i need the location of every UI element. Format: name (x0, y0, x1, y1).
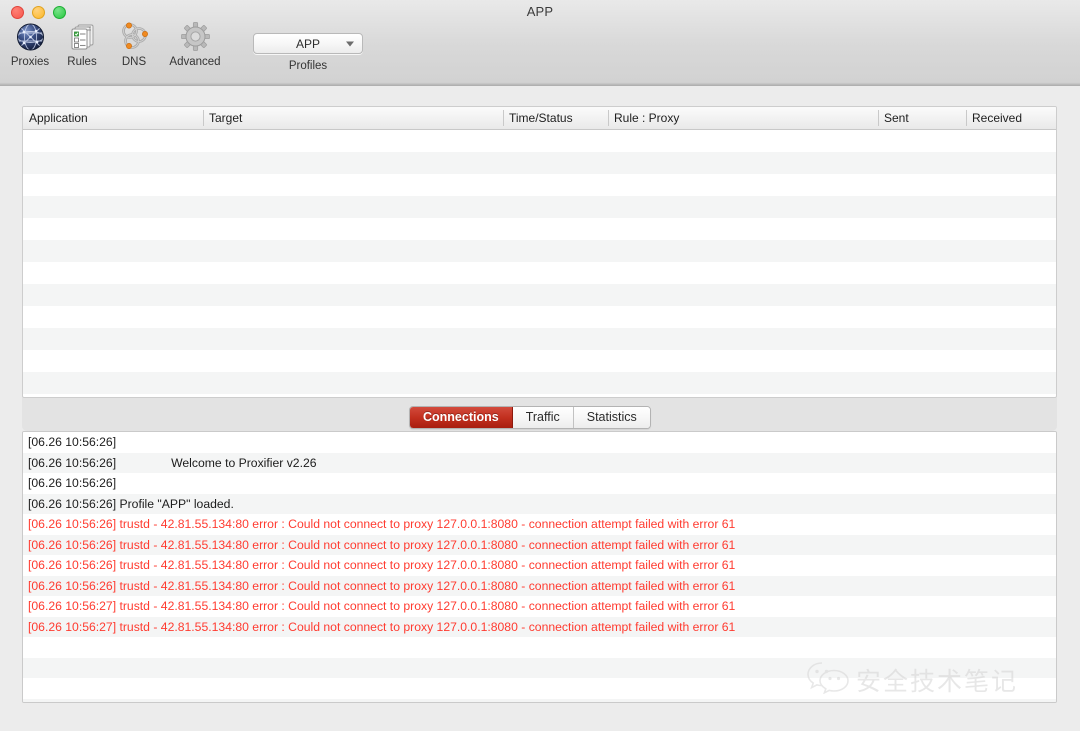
tab-traffic[interactable]: Traffic (512, 407, 574, 428)
toolbar-item-proxies[interactable]: Proxies (4, 20, 56, 68)
table-row[interactable] (23, 174, 1056, 196)
profiles-label: Profiles (288, 60, 328, 72)
tab-statistics[interactable]: Statistics (573, 407, 650, 428)
rules-document-icon (66, 20, 99, 53)
table-row[interactable] (23, 130, 1056, 152)
log-row-empty (23, 678, 1056, 699)
column-header-label: Rule : Proxy (614, 111, 680, 125)
dns-network-icon (118, 20, 151, 53)
globe-icon (14, 20, 47, 53)
column-header-application[interactable]: Application (23, 107, 203, 129)
table-row[interactable] (23, 240, 1056, 262)
connections-table-panel: Application Target Time/Status Rule : Proxy… (22, 106, 1057, 398)
log-row-error: [06.26 10:56:26] trustd - 42.81.55.134:8… (23, 555, 1056, 576)
log-row: [06.26 10:56:26] Profile "APP" loaded. (23, 493, 1056, 514)
table-row[interactable] (23, 284, 1056, 306)
column-divider[interactable] (608, 110, 609, 126)
toolbar-item-label: DNS (121, 56, 147, 68)
column-divider[interactable] (203, 110, 204, 126)
toolbar-item-dns[interactable]: DNS (108, 20, 160, 68)
profiles-group: APP Profiles (253, 33, 363, 72)
table-body[interactable] (23, 130, 1056, 394)
log-row: [06.26 10:56:26] (23, 473, 1056, 494)
toolbar-item-label: Proxies (10, 56, 50, 68)
toolbar-item-label: Rules (67, 56, 97, 68)
chevron-down-icon (346, 41, 354, 46)
column-header-label: Time/Status (509, 111, 573, 125)
toolbar-item-rules[interactable]: Rules (56, 20, 108, 68)
column-header-received[interactable]: Received (966, 107, 1056, 129)
column-header-label: Received (972, 111, 1023, 125)
table-row[interactable] (23, 152, 1056, 174)
column-header-time-status[interactable]: Time/Status (503, 107, 608, 129)
log-row-error: [06.26 10:56:26] trustd - 42.81.55.134:8… (23, 534, 1056, 555)
column-header-label: Application (29, 111, 88, 125)
tab-connections[interactable]: Connections (410, 407, 513, 428)
log-row-empty (23, 657, 1056, 678)
toolbar: Proxies Rules DNS Advanced (4, 20, 230, 68)
table-row[interactable] (23, 328, 1056, 350)
title-bar: APP Proxies Rules DNS Advanced APP Profi… (0, 0, 1080, 86)
log-row-error: [06.26 10:56:27] trustd - 42.81.55.134:8… (23, 596, 1056, 617)
column-header-target[interactable]: Target (203, 107, 503, 129)
table-row[interactable] (23, 262, 1056, 284)
window-title: APP (526, 4, 554, 19)
log-row-error: [06.26 10:56:26] trustd - 42.81.55.134:8… (23, 575, 1056, 596)
table-row[interactable] (23, 218, 1056, 240)
tab-bar-area: Connections Traffic Statistics (22, 398, 1057, 431)
profile-selected-value: APP (295, 36, 320, 51)
column-header-sent[interactable]: Sent (878, 107, 966, 129)
log-row-error: [06.26 10:56:27] trustd - 42.81.55.134:8… (23, 616, 1056, 637)
log-panel[interactable]: [06.26 10:56:26] [06.26 10:56:26] Welcome … (22, 431, 1057, 703)
profile-select[interactable]: APP (253, 33, 363, 54)
table-row[interactable] (23, 196, 1056, 218)
tab-group: Connections Traffic Statistics (409, 406, 651, 429)
column-header-rule-proxy[interactable]: Rule : Proxy (608, 107, 878, 129)
log-row-empty (23, 698, 1056, 702)
column-divider[interactable] (878, 110, 879, 126)
toolbar-item-advanced[interactable]: Advanced (160, 20, 230, 68)
log-row: [06.26 10:56:26] (23, 432, 1056, 453)
column-divider[interactable] (503, 110, 504, 126)
table-header-row: Application Target Time/Status Rule : Proxy… (23, 107, 1056, 130)
table-row[interactable] (23, 350, 1056, 372)
column-header-label: Target (209, 111, 243, 125)
table-row[interactable] (23, 306, 1056, 328)
log-message: Welcome to Proxifier v2.26 (171, 455, 317, 470)
log-row-empty (23, 637, 1056, 658)
log-row-error: [06.26 10:56:26] trustd - 42.81.55.134:8… (23, 514, 1056, 535)
log-timestamp: [06.26 10:56:26] (28, 455, 117, 470)
column-divider[interactable] (966, 110, 967, 126)
table-row[interactable] (23, 372, 1056, 394)
app-window: APP Proxies Rules DNS Advanced APP Profi… (0, 0, 1080, 731)
column-header-label: Sent (884, 111, 909, 125)
toolbar-item-label: Advanced (169, 56, 221, 68)
log-row: [06.26 10:56:26] Welcome to Proxifier v2.… (23, 452, 1056, 473)
gear-icon (179, 20, 212, 53)
